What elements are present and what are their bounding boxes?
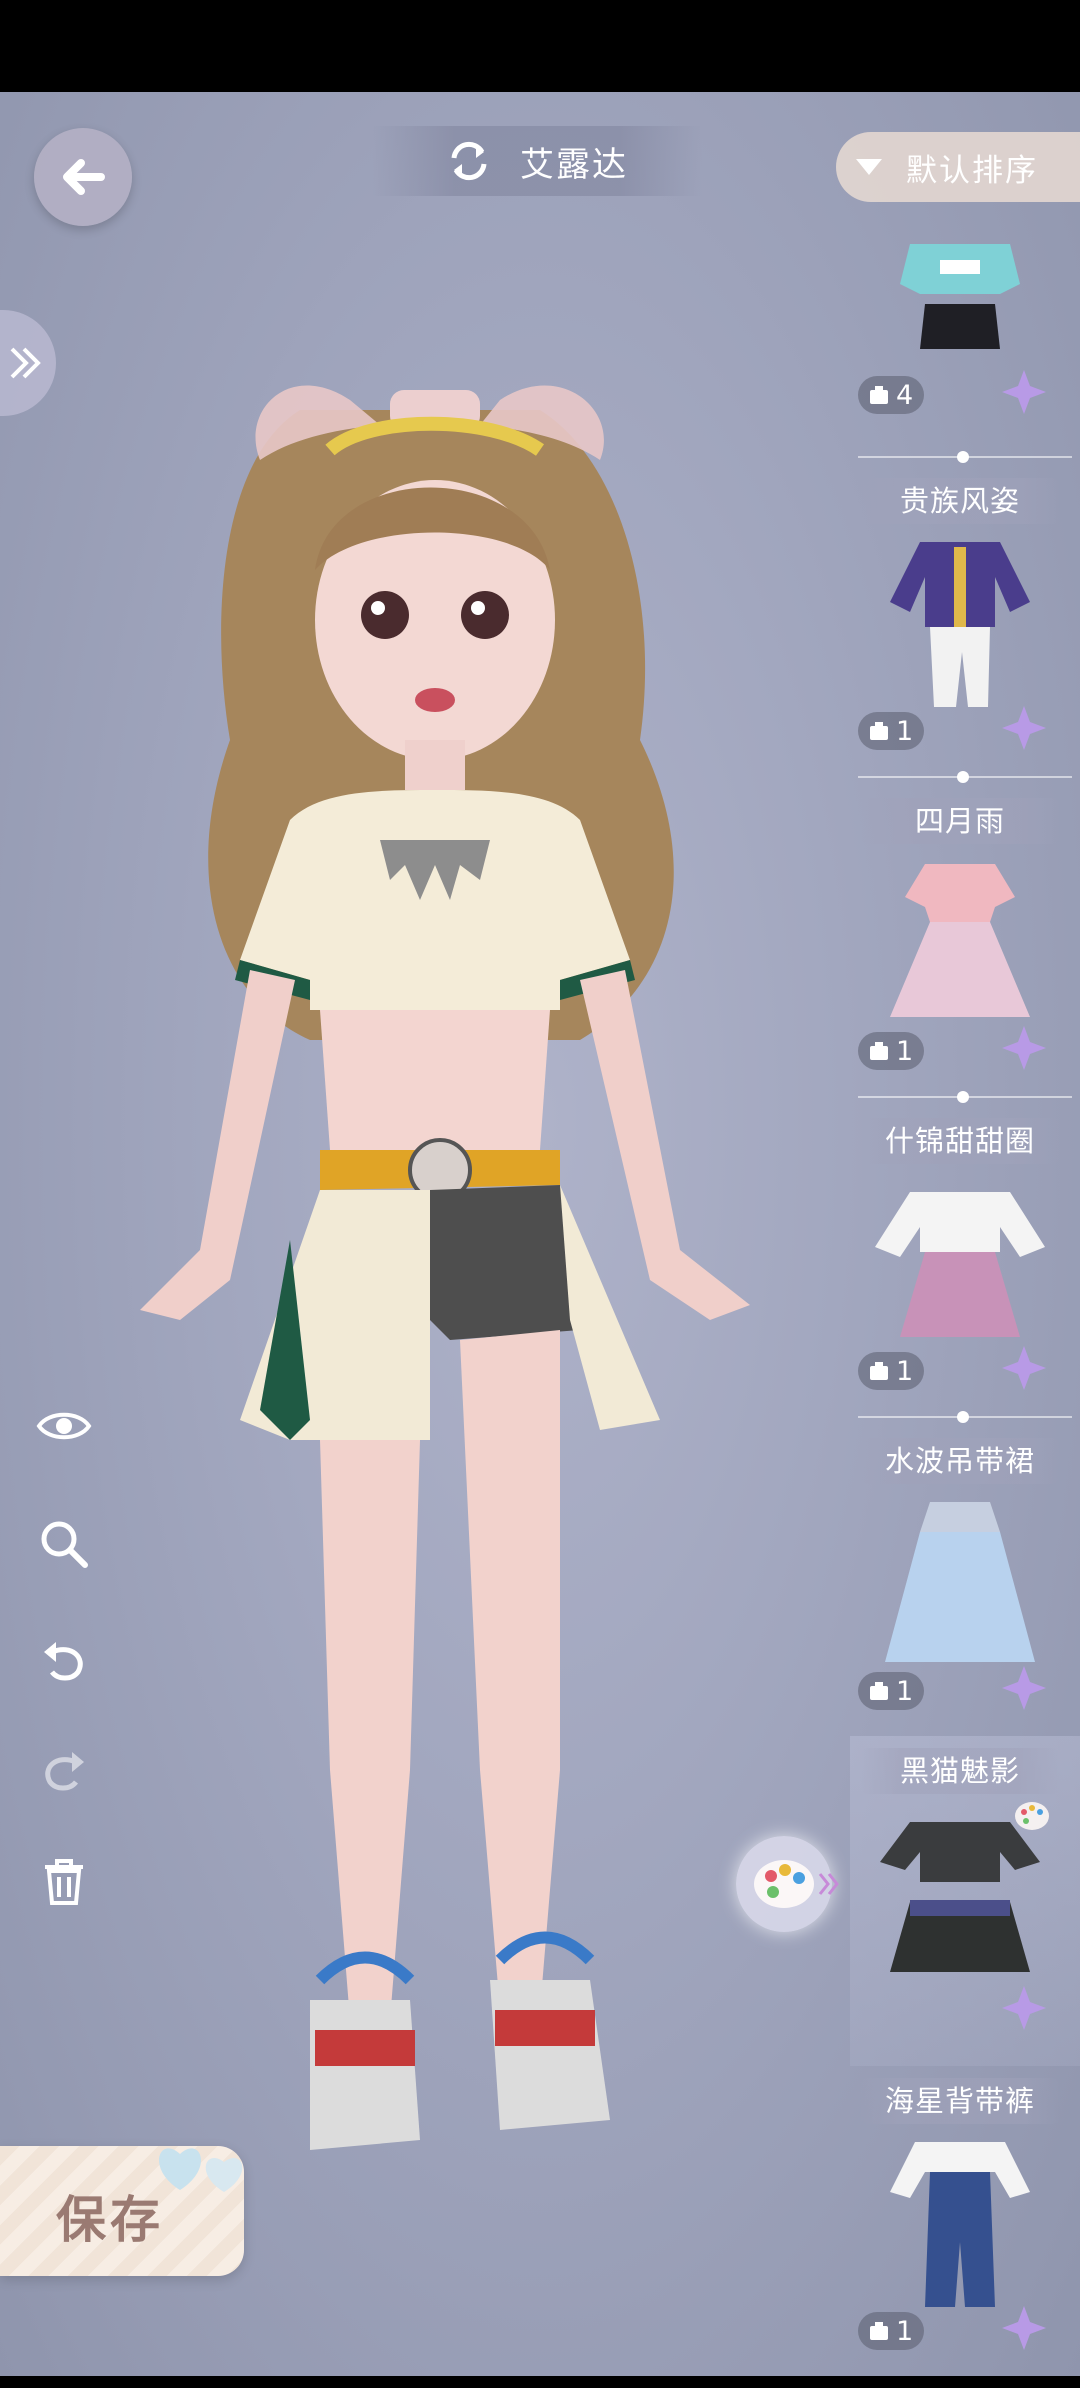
outfit-item[interactable]: 4 <box>850 100 1080 416</box>
count-badge: 1 <box>858 1352 924 1390</box>
count-value: 4 <box>896 379 914 411</box>
outfit-name: 什锦甜甜圈 <box>860 1118 1060 1164</box>
trash-icon <box>45 1859 83 1905</box>
save-button[interactable]: 保存 <box>0 2146 244 2276</box>
count-value: 1 <box>896 1355 914 1387</box>
flower-icon <box>1002 1026 1046 1070</box>
outfit-thumbnail <box>890 542 1030 707</box>
undo-button[interactable] <box>34 1630 94 1690</box>
count-badge: 1 <box>858 1672 924 1710</box>
left-leg <box>320 1440 420 2020</box>
outfit-name: 四月雨 <box>860 798 1060 844</box>
eye-icon <box>36 1412 92 1440</box>
outfit-thumbnail <box>880 1822 1040 1972</box>
outfit-thumbnail <box>885 1502 1035 1662</box>
torso <box>320 1010 550 1150</box>
outfit-list[interactable]: 4 贵族风姿 1 四月雨 1 什锦甜甜圈 1 水波吊带裙 1 黑猫魅影 海星背带… <box>850 210 1080 2376</box>
chevron-right-icon <box>818 1873 839 1895</box>
delete-button[interactable] <box>34 1852 94 1912</box>
save-label: 保存 <box>56 2190 164 2249</box>
flower-icon <box>1002 1346 1046 1390</box>
hanger-icon <box>870 2322 888 2340</box>
hanger-icon <box>870 1362 888 1380</box>
zoom-button[interactable] <box>34 1514 94 1574</box>
outfit-item[interactable]: 海星背带裤 1 <box>850 2072 1080 2388</box>
outfit-name: 水波吊带裙 <box>860 1438 1060 1484</box>
left-sneaker <box>310 2000 420 2150</box>
outfit-item[interactable]: 四月雨 1 <box>850 792 1080 1108</box>
outfit-thumbnail <box>875 1192 1045 1337</box>
list-divider <box>858 1411 1072 1423</box>
left-arm <box>140 970 295 1320</box>
outfit-item[interactable]: 什锦甜甜圈 1 <box>850 1112 1080 1428</box>
flower-icon <box>1002 706 1046 750</box>
heart-decoration-icon <box>159 2148 243 2192</box>
hanger-icon <box>870 1042 888 1060</box>
redo-button[interactable] <box>34 1740 94 1800</box>
right-sneaker <box>490 1980 610 2130</box>
hanger-icon <box>870 722 888 740</box>
flower-icon <box>1002 2306 1046 2350</box>
denim-shorts <box>430 1185 580 1340</box>
undo-icon <box>44 1642 83 1681</box>
outfit-thumbnail <box>890 2142 1030 2307</box>
double-chevron-right-icon <box>10 347 41 379</box>
hanger-icon <box>870 1682 888 1700</box>
count-badge: 1 <box>858 2312 924 2350</box>
switch-icon <box>451 141 487 181</box>
outfit-name: 贵族风姿 <box>860 478 1060 524</box>
right-arm <box>580 970 750 1320</box>
outfit-item[interactable]: 贵族风姿 1 <box>850 472 1080 788</box>
count-value: 1 <box>896 1035 914 1067</box>
character-model[interactable] <box>60 320 820 2180</box>
character-name: 艾露达 <box>520 144 628 185</box>
back-button[interactable] <box>34 128 132 226</box>
count-badge: 4 <box>858 376 924 414</box>
outfit-name: 海星背带裤 <box>860 2078 1060 2124</box>
status-bar <box>0 0 1080 92</box>
count-value: 1 <box>896 1675 914 1707</box>
count-value: 1 <box>896 2315 914 2347</box>
list-divider <box>858 1091 1072 1103</box>
outfit-thumbnail <box>890 864 1030 1017</box>
right-leg <box>460 1330 560 2010</box>
flower-icon <box>1002 370 1046 414</box>
count-badge: 1 <box>858 1032 924 1070</box>
toggle-visibility-button[interactable] <box>34 1396 94 1456</box>
back-arrow-icon <box>63 159 105 195</box>
flower-icon <box>1002 1666 1046 1710</box>
character-switch[interactable]: 艾露达 <box>372 126 702 196</box>
count-value: 1 <box>896 715 914 747</box>
hanger-icon <box>870 386 888 404</box>
zoom-icon <box>41 1521 88 1568</box>
flower-icon <box>1002 1986 1046 2030</box>
count-badge: 1 <box>858 712 924 750</box>
outfit-item[interactable]: 水波吊带裙 1 <box>850 1432 1080 1748</box>
outfit-name: 黑猫魅影 <box>860 1748 1060 1794</box>
redo-icon <box>45 1752 84 1791</box>
outfit-item-selected[interactable]: 黑猫魅影 <box>850 1736 1080 2066</box>
palette-icon <box>754 1860 814 1908</box>
list-divider <box>858 451 1072 463</box>
list-divider <box>858 771 1072 783</box>
